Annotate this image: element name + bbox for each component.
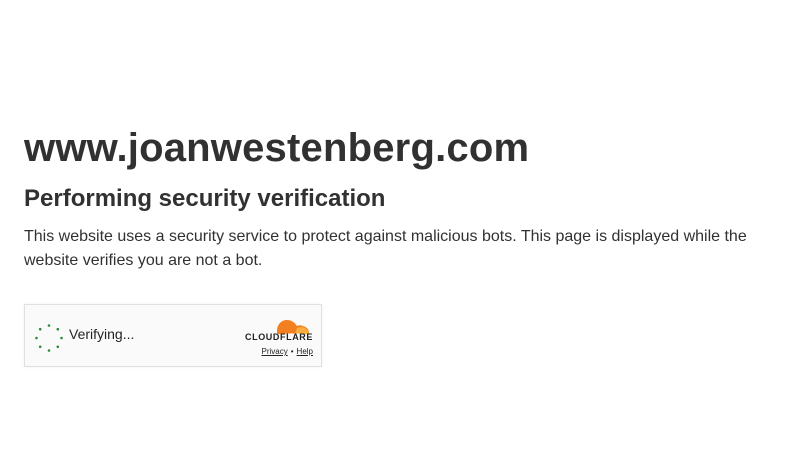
cloudflare-brand-text: CLOUDFLARE [245,332,313,342]
widget-links: Privacy • Help [262,347,314,356]
main-content: www.joanwestenberg.com Performing securi… [24,124,764,273]
page-title: Performing security verification [24,185,386,212]
privacy-link[interactable]: Privacy [262,347,288,356]
verification-page: www.joanwestenberg.com Performing securi… [0,0,800,450]
verifying-status: Verifying... [69,326,135,342]
site-domain-title: www.joanwestenberg.com [24,126,530,170]
description-text: This website uses a security service to … [24,228,747,269]
link-separator: • [290,347,294,356]
turnstile-widget[interactable]: Verifying... CLOUDFLARE Privacy • Help [24,304,322,367]
spinner-icon [35,324,63,352]
help-link[interactable]: Help [297,347,313,356]
